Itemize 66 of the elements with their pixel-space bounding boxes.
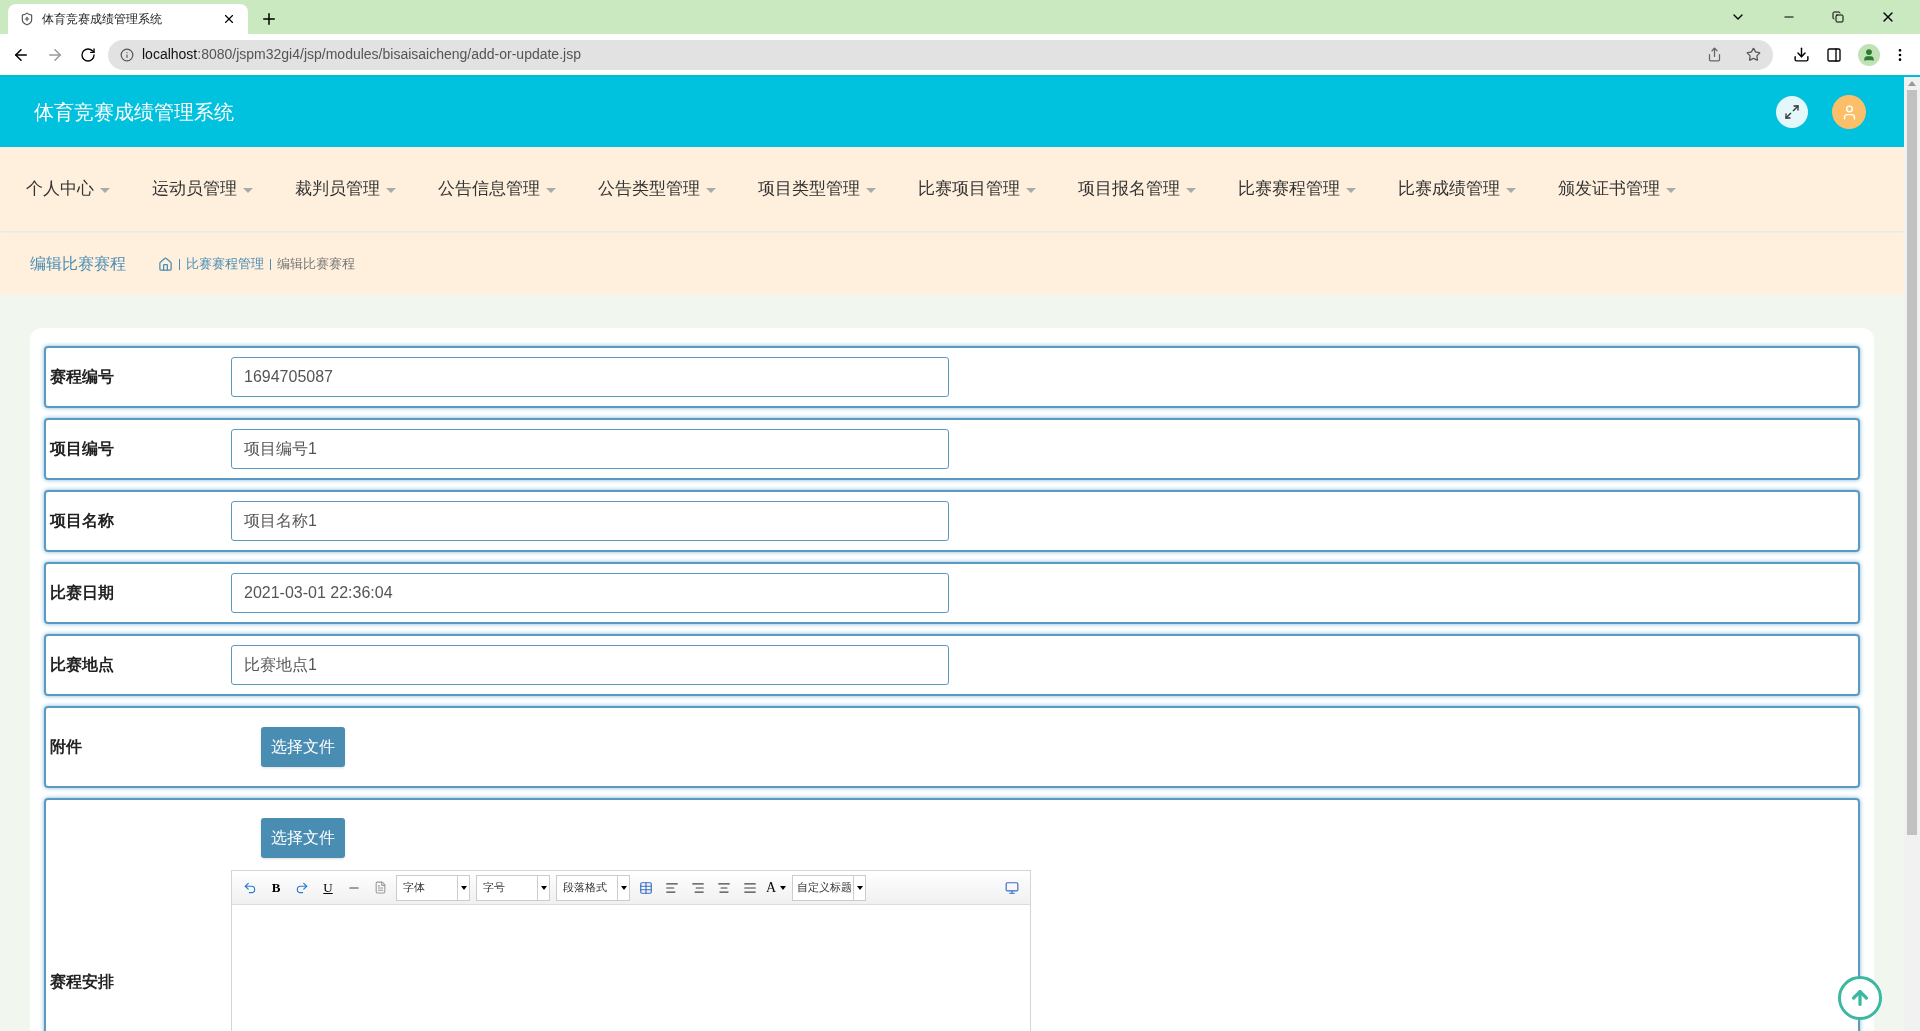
side-panel-icon[interactable]	[1826, 46, 1842, 63]
field-label: 附件	[49, 737, 83, 757]
field-label: 赛程编号	[49, 367, 115, 387]
home-icon[interactable]	[158, 256, 173, 272]
nav-menu-item[interactable]: 运动员管理	[152, 176, 253, 202]
caret-icon	[100, 187, 110, 193]
field-label: 比赛地点	[49, 655, 115, 675]
caret-icon	[546, 187, 556, 193]
page-title: 编辑比赛赛程	[30, 254, 126, 274]
restore-icon[interactable]	[1832, 11, 1844, 23]
nav-menu-item[interactable]: 裁判员管理	[295, 176, 396, 202]
browser-tab[interactable]: 体育竞赛成绩管理系统	[8, 4, 248, 34]
address-bar[interactable]: localhost:8080/jspm32gi4/jsp/modules/bisaisaicheng/add-or-update.jsp	[108, 39, 1773, 70]
site-icon	[20, 12, 34, 26]
tab-title: 体育竞赛成绩管理系统	[42, 11, 163, 28]
nav-menu-item[interactable]: 比赛项目管理	[918, 176, 1036, 202]
field-label: 项目名称	[48, 511, 115, 531]
nav-menu-item[interactable]: 公告类型管理	[598, 176, 716, 202]
fullscreen-button[interactable]	[1776, 96, 1808, 128]
underline-button[interactable]: U	[318, 877, 338, 898]
field-label: 项目编号	[48, 439, 115, 459]
nav-menu-item[interactable]: 颁发证书管理	[1558, 176, 1676, 202]
person-icon	[1862, 47, 1876, 62]
nav-menu-item[interactable]: 比赛成绩管理	[1398, 176, 1516, 202]
caret-icon	[1506, 187, 1516, 193]
breadcrumb-current: 编辑比赛赛程	[277, 255, 355, 274]
site-info-icon[interactable]	[120, 47, 134, 62]
nav-menu-item[interactable]: 个人中心	[26, 176, 110, 202]
caret-icon	[1666, 187, 1676, 193]
caret-icon	[386, 187, 396, 193]
nav-menu-item[interactable]: 项目类型管理	[758, 176, 876, 202]
font-color-button[interactable]: A	[766, 877, 787, 898]
text-input[interactable]: 1694705087	[231, 357, 949, 397]
caret-icon	[706, 187, 716, 193]
toolbar-select[interactable]: 段落格式	[556, 874, 630, 901]
toolbar-select[interactable]: 自定义标题	[792, 874, 867, 901]
share-icon[interactable]	[1707, 47, 1722, 62]
caret-icon	[866, 187, 876, 193]
field-label: 赛程安排	[49, 973, 114, 990]
nav-menu-item[interactable]: 比赛赛程管理	[1238, 176, 1356, 202]
nav-menu-item[interactable]: 公告信息管理	[438, 176, 556, 202]
caret-icon	[1186, 187, 1196, 193]
choose-file-button[interactable]: 选择文件	[261, 727, 345, 767]
nav-menu-item[interactable]: 项目报名管理	[1078, 176, 1196, 202]
caret-icon	[1026, 187, 1036, 193]
new-tab-icon[interactable]	[260, 10, 278, 28]
profile-avatar[interactable]	[1858, 43, 1880, 66]
toolbar-select[interactable]: 字体	[396, 874, 470, 901]
toolbar-select[interactable]: 字号	[476, 874, 550, 901]
text-input[interactable]: 比赛地点1	[231, 645, 949, 685]
choose-file-button[interactable]: 选择文件	[261, 818, 345, 858]
bookmark-star-icon[interactable]	[1746, 47, 1761, 62]
close-icon[interactable]	[222, 12, 236, 26]
fullscreen-icon	[1784, 104, 1800, 120]
scrollbar[interactable]	[1904, 77, 1920, 1031]
text-input[interactable]: 项目名称1	[231, 501, 949, 541]
url-text: localhost:8080/jspm32gi4/jsp/modules/bisaisaicheng/add-or-update.jsp	[142, 45, 582, 64]
app-title: 体育竞赛成绩管理系统	[34, 100, 235, 125]
text-input[interactable]: 2021-03-01 22:36:04	[231, 573, 949, 613]
field-label: 比赛日期	[49, 583, 115, 603]
bold-button[interactable]: B	[266, 877, 286, 898]
download-icon[interactable]	[1793, 46, 1810, 63]
reload-icon[interactable]	[80, 46, 96, 63]
caret-icon	[1346, 187, 1356, 193]
caret-icon	[243, 187, 253, 193]
text-input[interactable]: 项目编号1	[231, 429, 949, 469]
